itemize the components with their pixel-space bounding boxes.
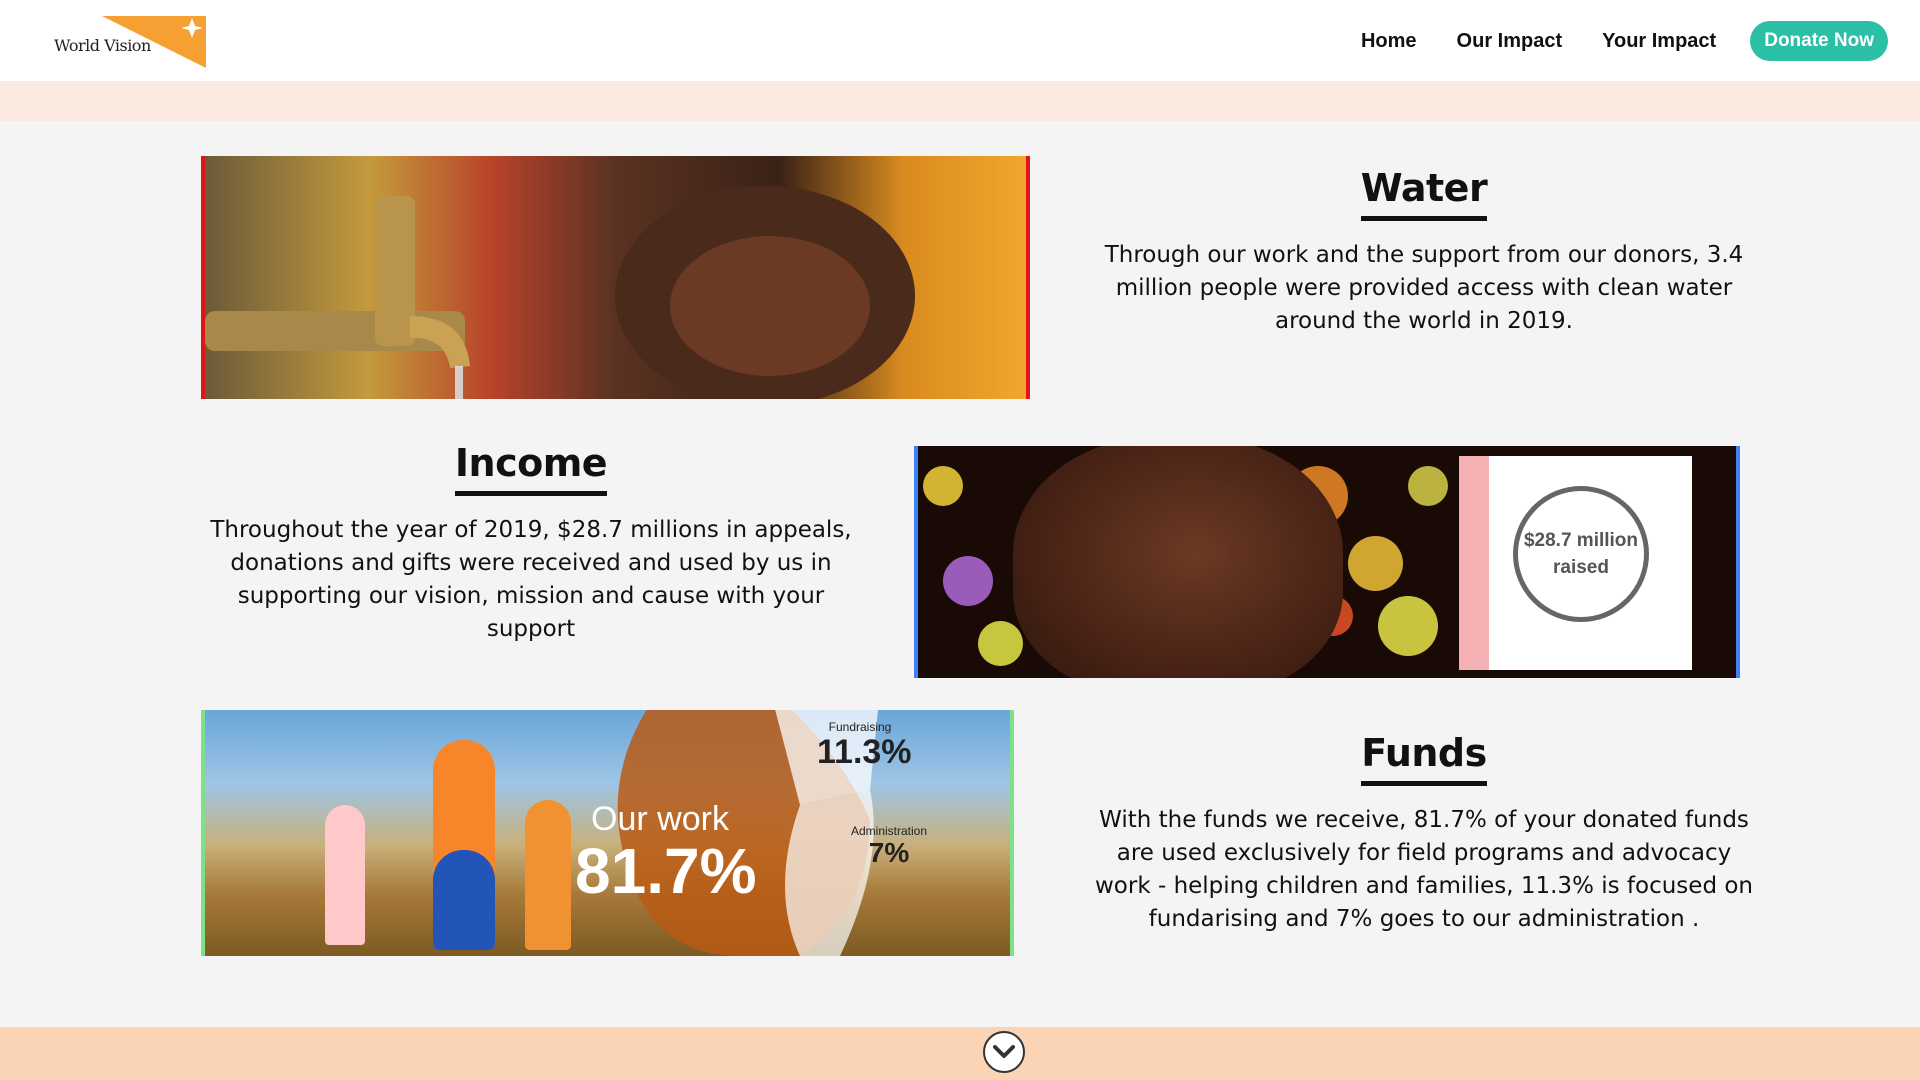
logo-text: World Vision bbox=[54, 36, 151, 55]
income-body: Throughout the year of 2019, $28.7 milli… bbox=[210, 517, 852, 642]
administration-title: Administration bbox=[850, 824, 928, 838]
bottom-accent-band bbox=[0, 1027, 1920, 1080]
our-work-value: 81.7% bbox=[575, 835, 757, 907]
water-tap-illustration bbox=[205, 156, 1026, 399]
funds-title: Funds bbox=[1361, 731, 1487, 786]
nav-home[interactable]: Home bbox=[1361, 30, 1417, 53]
top-accent-band bbox=[0, 81, 1920, 121]
raised-amount: $28.7 million bbox=[1523, 530, 1639, 551]
world-vision-logo[interactable]: World Vision bbox=[52, 14, 206, 70]
our-work-title: Our work bbox=[591, 800, 729, 838]
funds-image: Our work 81.7% Fundraising 11.3% Adminis… bbox=[201, 710, 1014, 956]
raised-badge: $28.7 million raised bbox=[1513, 486, 1649, 622]
income-text-block: Income Throughout the year of 2019, $28.… bbox=[206, 441, 856, 646]
child-face-image bbox=[1013, 446, 1343, 678]
water-title: Water bbox=[1360, 166, 1488, 221]
fundraising-label: Fundraising 11.3% bbox=[817, 720, 912, 771]
water-image bbox=[201, 156, 1030, 399]
chevron-down-icon bbox=[993, 1045, 1015, 1058]
nav-your-impact[interactable]: Your Impact bbox=[1602, 30, 1716, 53]
donate-now-button[interactable]: Donate Now bbox=[1750, 21, 1888, 61]
main-nav: Home Our Impact Your Impact Donate Now bbox=[1361, 21, 1888, 61]
nav-our-impact[interactable]: Our Impact bbox=[1457, 30, 1563, 53]
top-navigation-bar: World Vision Home Our Impact Your Impact… bbox=[0, 0, 1920, 81]
our-work-label: Our work 81.7% bbox=[575, 800, 757, 907]
raised-label: raised bbox=[1553, 557, 1609, 578]
income-image: $28.7 million raised bbox=[914, 446, 1740, 678]
water-text-block: Water Through our work and the support f… bbox=[1094, 166, 1754, 338]
fundraising-title: Fundraising bbox=[828, 720, 892, 734]
administration-label: Administration 7% bbox=[841, 824, 937, 868]
raised-card-strip bbox=[1459, 456, 1489, 670]
funds-text-block: Funds With the funds we receive, 81.7% o… bbox=[1092, 731, 1756, 936]
water-body: Through our work and the support from ou… bbox=[1104, 242, 1744, 334]
funds-body: With the funds we receive, 81.7% of your… bbox=[1094, 807, 1753, 932]
scroll-down-button[interactable] bbox=[983, 1031, 1025, 1073]
administration-value: 7% bbox=[868, 837, 910, 868]
income-title: Income bbox=[454, 441, 608, 496]
fundraising-value: 11.3% bbox=[817, 733, 912, 771]
